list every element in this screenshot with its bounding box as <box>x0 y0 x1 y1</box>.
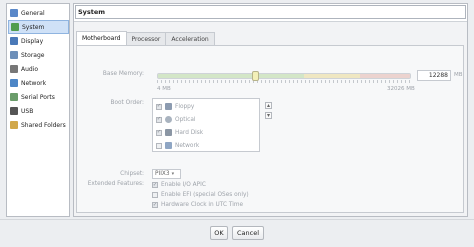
efi-checkbox[interactable] <box>152 192 158 198</box>
audio-icon <box>10 65 18 73</box>
system-page: Motherboard Processor Acceleration Base … <box>74 21 467 216</box>
boot-item-network[interactable]: Network <box>156 140 199 151</box>
memory-min-label: 4 MB <box>157 86 171 92</box>
chipset-label: Chipset: <box>120 171 144 177</box>
extended-features-label: Extended Features: <box>87 181 144 187</box>
dialog-button-bar: OK Cancel <box>0 219 474 247</box>
floppy-icon <box>165 103 172 110</box>
network-icon <box>165 142 172 149</box>
boot-item-label: Optical <box>175 116 196 123</box>
boot-item-hard-disk[interactable]: ✓ Hard Disk <box>156 127 203 138</box>
feature-io-apic[interactable]: ✓ Enable I/O APIC <box>152 180 206 190</box>
storage-icon <box>10 51 18 59</box>
sidebar-item-usb[interactable]: USB <box>8 104 69 118</box>
settings-sidebar: General System Display Storage Audio Net… <box>6 3 70 217</box>
boot-order-label: Boot Order: <box>110 100 144 106</box>
hard-disk-icon <box>165 129 172 136</box>
memory-spinbox[interactable]: 12288 <box>417 70 451 81</box>
boot-order-list: ✓ Floppy ✓ Optical ✓ Hard Disk Network <box>152 98 260 152</box>
tab-motherboard[interactable]: Motherboard <box>76 31 127 45</box>
boot-item-label: Network <box>175 142 200 149</box>
boot-item-label: Hard Disk <box>175 129 204 136</box>
boot-hard-disk-checkbox[interactable]: ✓ <box>156 129 162 136</box>
tab-bar: Motherboard Processor Acceleration <box>76 31 215 45</box>
settings-main-panel: System Motherboard Processor Acceleratio… <box>73 3 468 217</box>
boot-item-floppy[interactable]: ✓ Floppy <box>156 101 194 112</box>
sidebar-item-label: Display <box>21 37 44 45</box>
memory-slider-ticks <box>157 80 411 83</box>
sidebar-item-audio[interactable]: Audio <box>8 62 69 76</box>
move-down-button[interactable]: ▾ <box>265 112 272 119</box>
system-icon <box>11 23 19 31</box>
sidebar-item-label: Storage <box>21 51 45 59</box>
serial-ports-icon <box>10 93 18 101</box>
ok-button[interactable]: OK <box>210 226 228 240</box>
move-up-button[interactable]: ▴ <box>265 102 272 109</box>
sidebar-item-label: Network <box>21 79 47 87</box>
sidebar-item-label: USB <box>21 107 34 115</box>
tab-acceleration[interactable]: Acceleration <box>165 32 215 45</box>
sidebar-item-display[interactable]: Display <box>8 34 69 48</box>
motherboard-tab-content: Base Memory: 4 MB 32026 MB 12288 MB Boot… <box>76 45 464 213</box>
shared-folders-icon <box>10 121 18 129</box>
feature-label: Enable EFI (special OSes only) <box>161 192 249 198</box>
boot-network-checkbox[interactable] <box>156 142 162 149</box>
feature-label: Enable I/O APIC <box>161 182 206 188</box>
memory-unit-label: MB <box>454 72 463 78</box>
feature-efi[interactable]: Enable EFI (special OSes only) <box>152 190 249 200</box>
sidebar-item-serial-ports[interactable]: Serial Ports <box>8 90 69 104</box>
memory-slider-thumb[interactable] <box>251 71 259 81</box>
boot-floppy-checkbox[interactable]: ✓ <box>156 103 162 110</box>
utc-clock-checkbox[interactable]: ✓ <box>152 202 158 208</box>
chipset-value: PIIX3 <box>155 171 170 177</box>
sidebar-item-system[interactable]: System <box>8 20 69 34</box>
memory-max-label: 32026 MB <box>387 86 415 92</box>
display-icon <box>10 37 18 45</box>
page-title: System <box>75 5 466 19</box>
sidebar-item-general[interactable]: General <box>8 6 69 20</box>
boot-optical-checkbox[interactable]: ✓ <box>156 116 162 123</box>
chevron-down-icon: ▾ <box>171 171 175 177</box>
usb-icon <box>10 107 18 115</box>
tab-processor[interactable]: Processor <box>125 32 167 45</box>
boot-item-optical[interactable]: ✓ Optical <box>156 114 195 125</box>
network-icon <box>10 79 18 87</box>
sidebar-item-label: General <box>21 9 45 17</box>
memory-slider[interactable] <box>157 73 411 79</box>
optical-icon <box>165 116 172 123</box>
chipset-select[interactable]: PIIX3 ▾ <box>152 169 181 179</box>
cancel-button[interactable]: Cancel <box>232 226 264 240</box>
feature-utc-clock[interactable]: ✓ Hardware Clock in UTC Time <box>152 200 243 210</box>
sidebar-item-network[interactable]: Network <box>8 76 69 90</box>
sidebar-item-shared-folders[interactable]: Shared Folders <box>8 118 69 132</box>
general-icon <box>10 9 18 17</box>
sidebar-item-label: Audio <box>21 65 39 73</box>
base-memory-label: Base Memory: <box>102 71 144 77</box>
boot-item-label: Floppy <box>175 103 195 110</box>
io-apic-checkbox[interactable]: ✓ <box>152 182 158 188</box>
sidebar-item-label: System <box>22 23 45 31</box>
feature-label: Hardware Clock in UTC Time <box>161 202 244 208</box>
sidebar-item-label: Serial Ports <box>21 93 55 101</box>
sidebar-item-storage[interactable]: Storage <box>8 48 69 62</box>
sidebar-item-label: Shared Folders <box>21 121 66 129</box>
